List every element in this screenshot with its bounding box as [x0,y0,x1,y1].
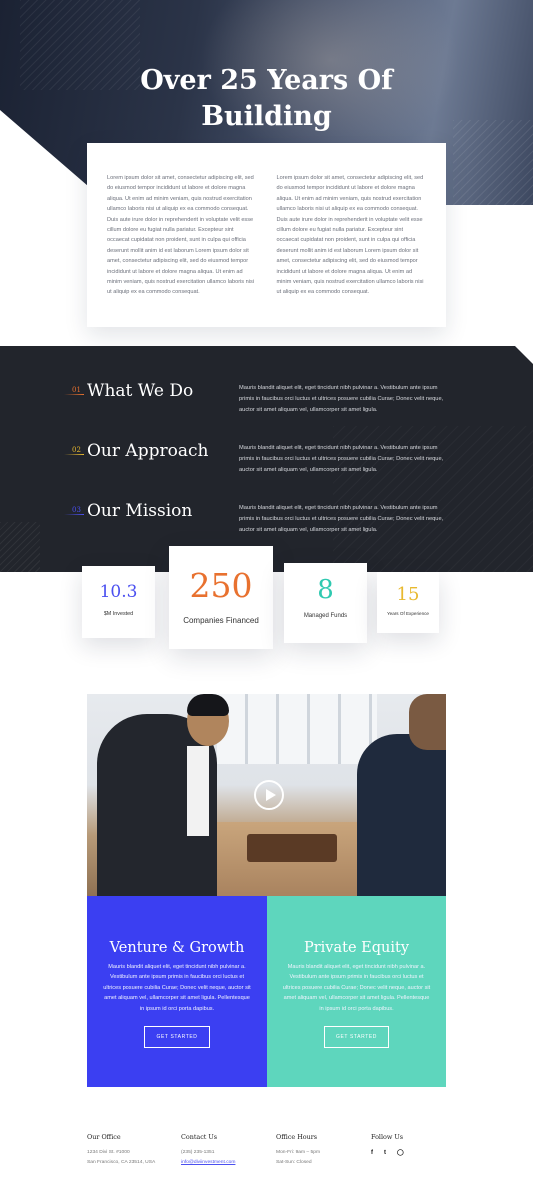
video-thumbnail[interactable] [87,694,446,896]
get-started-button[interactable]: GET STARTED [323,1026,390,1049]
stat-card-funds: 8 Managed Funds [284,563,367,643]
stat-label: $M Invested [103,611,134,617]
feature-title: Our Approach [87,441,209,461]
hours-weekend: Sat-Sun: Closed [276,1160,312,1165]
hours-weekdays: Mon-Fri: 9am – 5pm [276,1150,321,1155]
footer-hours: Office Hours Mon-Fri: 9am – 5pm Sat-Sun:… [276,1133,320,1168]
feature-number: 03 [72,506,81,514]
footer-heading: Follow Us [371,1133,404,1141]
footer-heading: Contact Us [181,1133,218,1141]
service-venture-growth: Venture & Growth Mauris blandit aliquet … [87,896,267,1087]
feature-number-underline [64,454,84,455]
intro-card: Lorem ipsum dolor sit amet, consectetur … [87,143,446,327]
intro-column-2: Lorem ipsum dolor sit amet, consectetur … [276,175,424,296]
instagram-icon[interactable]: ◯ [397,1148,404,1158]
hero-title: Over 25 Years Of Building [0,63,533,135]
get-started-button[interactable]: GET STARTED [144,1026,210,1049]
hero-title-line-1: Over 25 Years Of [140,65,393,96]
stat-card-experience: 15 Years Of Experience [377,572,439,633]
corner-shape [515,346,533,364]
feature-number: 02 [72,446,81,454]
footer-contact: Contact Us (235) 235-1351 info@diviinves… [181,1133,235,1168]
feature-title: What We Do [87,381,194,401]
feature-row: 02 Our Approach Mauris blandit aliquet e… [0,441,533,482]
stat-value: 250 [189,566,253,605]
office-address-line-2: San Francisco, CA 23514, USA [87,1160,156,1165]
stat-value: 15 [396,584,420,605]
feature-row: 03 Our Mission Mauris blandit aliquet el… [0,501,533,542]
play-icon[interactable] [254,780,284,810]
service-text: Mauris blandit aliquet elit, eget tincid… [282,964,431,1012]
feature-title: Our Mission [87,501,193,521]
footer-follow: Follow Us f t ◯ [371,1133,404,1158]
service-title: Private Equity [303,940,410,956]
stat-label: Companies Financed [183,616,259,625]
hero-title-line-2: Building [201,101,332,132]
feature-text: Mauris blandit aliquet elit, eget tincid… [239,385,444,413]
feature-number: 01 [72,386,81,394]
features-section: 01 What We Do Mauris blandit aliquet eli… [0,346,533,572]
intro-column-1: Lorem ipsum dolor sit amet, consectetur … [107,175,255,296]
feature-number-underline [64,394,84,395]
contact-email-link[interactable]: info@diviinvestment.com [181,1158,235,1168]
service-text: Mauris blandit aliquet elit, eget tincid… [103,964,251,1012]
businessman-hair [187,694,229,716]
footer-office: Our Office 1234 Divi St. #1000 San Franc… [87,1133,155,1168]
service-title: Venture & Growth [109,940,245,956]
stat-label: Years Of Experience [387,611,429,616]
feature-row: 01 What We Do Mauris blandit aliquet eli… [0,381,533,422]
businessman-right [357,734,446,896]
businessman-right-head [409,694,446,750]
contact-phone[interactable]: (235) 235-1351 [181,1148,235,1158]
office-window [217,694,377,764]
feature-text: Mauris blandit aliquet elit, eget tincid… [239,445,444,473]
facebook-icon[interactable]: f [371,1148,373,1158]
office-address-line-1: 1234 Divi St. #1000 [87,1150,130,1155]
feature-text: Mauris blandit aliquet elit, eget tincid… [239,505,444,533]
stat-value: 8 [317,575,334,605]
leather-folio [247,834,337,862]
footer-heading: Our Office [87,1133,121,1141]
feature-number-underline [64,514,84,515]
social-icons: f t ◯ [371,1148,404,1158]
businessman-shirt [187,746,209,836]
stat-card-invested: 10.3 $M Invested [82,566,155,638]
twitter-icon[interactable]: t [384,1148,386,1158]
stat-value: 10.3 [99,582,138,602]
footer-heading: Office Hours [276,1133,318,1141]
stat-label: Managed Funds [303,613,348,619]
stat-card-companies: 250 Companies Financed [169,546,273,649]
service-private-equity: Private Equity Mauris blandit aliquet el… [267,896,446,1087]
